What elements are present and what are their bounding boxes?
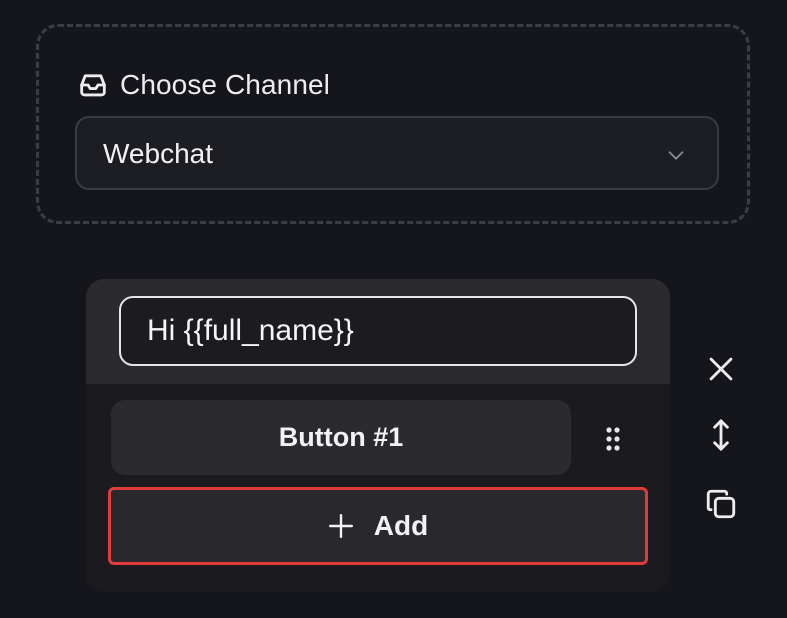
- message-button-label: Button #1: [278, 422, 404, 452]
- channel-select-value: Webchat: [103, 138, 213, 169]
- plus-icon: [328, 513, 353, 539]
- vertical-resize-icon[interactable]: [704, 418, 738, 452]
- add-button-label: Add: [373, 510, 429, 541]
- channel-label: Choose Channel: [120, 69, 330, 100]
- message-block: Button #1 Add: [86, 279, 670, 592]
- close-icon[interactable]: [704, 352, 738, 386]
- channel-label-row: Choose Channel: [76, 67, 330, 103]
- add-button[interactable]: Add: [108, 487, 648, 565]
- message-header: [86, 279, 670, 384]
- channel-select[interactable]: Webchat: [75, 116, 719, 190]
- message-button-1[interactable]: Button #1: [111, 400, 571, 475]
- drag-handle-icon[interactable]: [605, 426, 621, 452]
- channel-card: Choose Channel Webchat: [36, 24, 750, 224]
- chevron-down-icon: [668, 151, 684, 160]
- message-text-input[interactable]: [119, 296, 637, 366]
- inbox-icon: [80, 74, 106, 97]
- copy-icon[interactable]: [704, 487, 738, 521]
